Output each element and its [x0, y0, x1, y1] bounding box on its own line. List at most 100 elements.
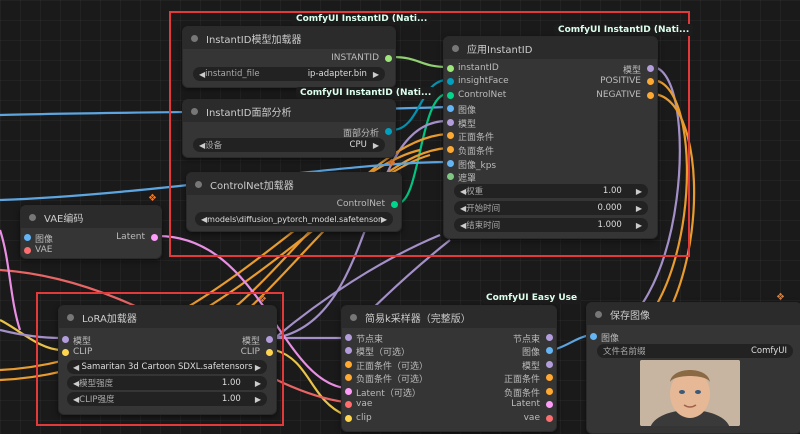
input-socket[interactable]: [447, 92, 454, 99]
input-socket[interactable]: [447, 105, 454, 112]
input-socket[interactable]: [24, 247, 31, 254]
input-socket[interactable]: [24, 234, 31, 241]
node-title-bar[interactable]: InstantID面部分析: [183, 100, 395, 122]
output-instantid-label: INSTANTID: [331, 53, 379, 63]
node-controlnet-loader[interactable]: ControlNet加载器 ControlNet ◀ models\diffus…: [186, 172, 402, 232]
output-socket[interactable]: [647, 78, 654, 85]
output-socket[interactable]: [266, 336, 273, 343]
input-socket[interactable]: [62, 336, 69, 343]
output-socket[interactable]: [647, 92, 654, 99]
arrow-right-icon[interactable]: ▶: [255, 379, 261, 388]
output-socket[interactable]: [151, 234, 158, 241]
output-socket[interactable]: [546, 361, 553, 368]
node-badge: ComfyUI InstantID (Nati...: [292, 13, 432, 25]
arrow-right-icon[interactable]: ▶: [636, 204, 642, 213]
input-socket[interactable]: [447, 65, 454, 72]
node-title-bar[interactable]: LoRA加载器: [59, 306, 276, 328]
collapse-dot-icon[interactable]: [195, 180, 202, 188]
node-title-bar[interactable]: VAE编码: [21, 206, 161, 228]
input-label: 负面条件: [458, 147, 495, 157]
input-label: ControlNet: [458, 90, 507, 100]
node-title: VAE编码: [44, 213, 84, 225]
output-socket[interactable]: [546, 401, 553, 408]
start-time-slider[interactable]: ◀ 开始时间 0.000 ▶: [454, 201, 648, 215]
collapse-dot-icon[interactable]: [191, 107, 198, 115]
input-socket[interactable]: [447, 132, 454, 139]
arrow-right-icon[interactable]: ▶: [636, 221, 642, 230]
arrow-right-icon[interactable]: ▶: [381, 215, 387, 224]
collapse-dot-icon[interactable]: [29, 213, 36, 221]
output-image-preview[interactable]: [640, 360, 740, 426]
arrow-right-icon[interactable]: ▶: [636, 187, 642, 196]
filename-prefix-input[interactable]: 文件名前缀 ComfyUI: [597, 344, 793, 358]
widget-label: 权重: [466, 187, 484, 197]
node-badge: ComfyUI InstantID (Nati...: [554, 24, 694, 36]
clip-strength-slider[interactable]: ◀ CLIP强度 1.00 ▶: [67, 392, 267, 406]
input-socket[interactable]: [345, 401, 352, 408]
widget-value: 0.000: [597, 203, 622, 213]
output-socket[interactable]: [546, 415, 553, 422]
arrow-left-icon[interactable]: ◀: [73, 363, 79, 372]
node-apply-instantid[interactable]: 应用InstantID instantID insightFace Contro…: [443, 36, 658, 239]
input-socket[interactable]: [447, 146, 454, 153]
node-title-bar[interactable]: InstantID模型加载器: [183, 27, 395, 49]
end-time-slider[interactable]: ◀ 结束时间 1.000 ▶: [454, 218, 648, 232]
input-socket[interactable]: [345, 361, 352, 368]
collapse-dot-icon[interactable]: [595, 310, 602, 318]
node-face-analysis[interactable]: InstantID面部分析 面部分析 ◀ 设备 CPU ▶: [182, 99, 396, 158]
model-strength-slider[interactable]: ◀ 模型强度 1.00 ▶: [67, 376, 267, 390]
input-label: clip: [356, 413, 372, 423]
input-label: 遮罩: [458, 174, 477, 184]
node-title-bar[interactable]: 保存图像: [587, 303, 800, 325]
input-label: CLIP: [73, 347, 93, 357]
input-label: Latent（可选）: [356, 389, 421, 399]
controlnet-file-select[interactable]: ◀ models\diffusion_pytorch_model.safeten…: [195, 212, 393, 226]
node-vae-encode[interactable]: VAE编码 图像 VAE Latent: [20, 205, 162, 259]
node-title-bar[interactable]: 应用InstantID: [444, 37, 657, 59]
output-socket[interactable]: [266, 349, 273, 356]
output-socket[interactable]: [546, 347, 553, 354]
output-socket[interactable]: [647, 65, 654, 72]
lora-file-select[interactable]: ◀ Samaritan 3d Cartoon SDXL.safetensors …: [67, 360, 267, 374]
output-socket[interactable]: [546, 334, 553, 341]
input-socket[interactable]: [447, 173, 454, 180]
arrow-right-icon[interactable]: ▶: [255, 363, 261, 372]
input-socket[interactable]: [447, 78, 454, 85]
output-label: 模型: [241, 337, 260, 347]
device-select[interactable]: ◀ 设备 CPU ▶: [193, 138, 385, 152]
node-title: 简易k采样器（完整版）: [365, 313, 471, 325]
node-title-bar[interactable]: ControlNet加载器: [187, 173, 401, 195]
collapse-dot-icon[interactable]: [191, 34, 198, 42]
output-label: 负面条件: [503, 389, 540, 399]
node-instantid-loader[interactable]: InstantID模型加载器 INSTANTID ◀ instantid_fil…: [182, 26, 396, 88]
node-ksampler[interactable]: 简易k采样器（完整版） 节点束 模型（可选） 正面条件（可选） 负面条件（可选）…: [341, 305, 557, 432]
node-title: InstantID模型加载器: [206, 34, 302, 46]
node-marker-icon: ❖: [387, 158, 396, 169]
input-socket[interactable]: [447, 119, 454, 126]
collapse-dot-icon[interactable]: [452, 44, 459, 52]
input-socket[interactable]: [345, 388, 352, 395]
instantid-file-select[interactable]: ◀ instantid_file ip-adapter.bin ▶: [193, 67, 385, 81]
collapse-dot-icon[interactable]: [350, 313, 357, 321]
output-socket[interactable]: [385, 128, 392, 135]
arrow-right-icon[interactable]: ▶: [373, 141, 379, 150]
input-socket[interactable]: [345, 347, 352, 354]
output-socket[interactable]: [385, 55, 392, 62]
arrow-right-icon[interactable]: ▶: [255, 395, 261, 404]
widget-label: 文件名前缀: [603, 347, 646, 357]
output-socket[interactable]: [546, 374, 553, 381]
input-socket[interactable]: [62, 349, 69, 356]
collapse-dot-icon[interactable]: [67, 313, 74, 321]
input-socket[interactable]: [345, 415, 352, 422]
node-title: 保存图像: [610, 310, 650, 322]
input-socket[interactable]: [345, 334, 352, 341]
arrow-right-icon[interactable]: ▶: [373, 70, 379, 79]
input-socket[interactable]: [447, 160, 454, 167]
weight-slider[interactable]: ◀ 权重 1.00 ▶: [454, 184, 648, 198]
output-socket[interactable]: [391, 201, 398, 208]
output-socket[interactable]: [546, 388, 553, 395]
input-socket[interactable]: [345, 374, 352, 381]
node-lora-loader[interactable]: LoRA加载器 模型 CLIP 模型 CLIP ◀ Samaritan 3d C…: [58, 305, 277, 415]
node-title-bar[interactable]: 简易k采样器（完整版）: [342, 306, 556, 328]
input-socket[interactable]: [590, 333, 597, 340]
